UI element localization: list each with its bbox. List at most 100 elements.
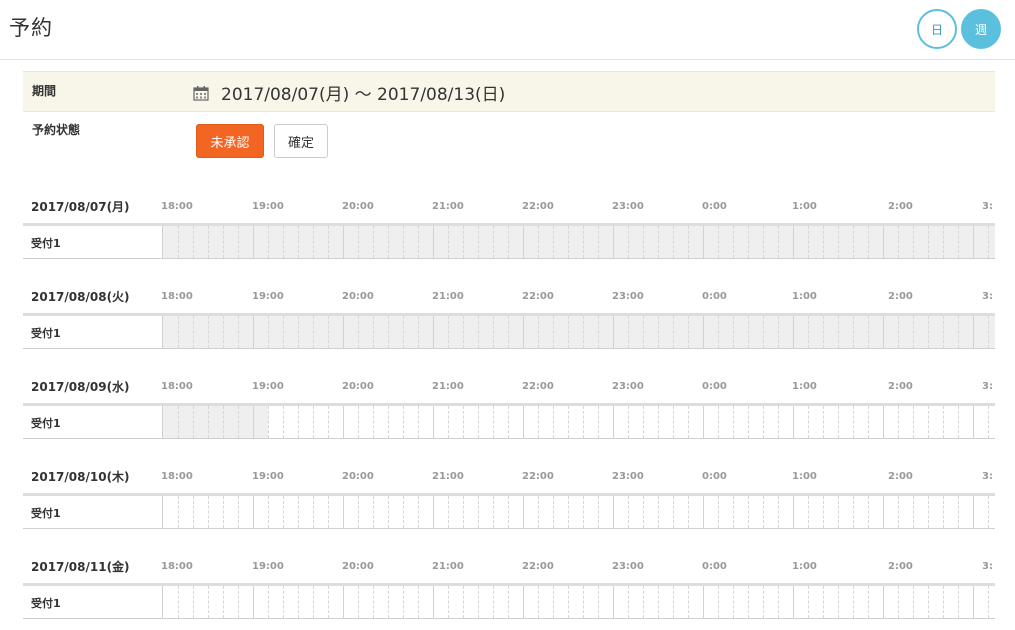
- slot-gridline: [913, 316, 914, 348]
- slot-gridline: [178, 586, 179, 618]
- slot-gridline: [268, 226, 269, 258]
- hour-label: 23:00: [612, 471, 644, 482]
- timeslot-area[interactable]: [163, 496, 995, 528]
- slot-gridline: [898, 496, 899, 528]
- slot-gridline: [388, 496, 389, 528]
- slot-gridline: [388, 226, 389, 258]
- timeslot-area[interactable]: [163, 586, 995, 618]
- slot-gridline: [358, 586, 359, 618]
- slot-gridline: [508, 316, 509, 348]
- timeslot-area[interactable]: [163, 406, 995, 438]
- hour-label: 18:00: [161, 381, 193, 392]
- page-title: 予約: [9, 16, 53, 40]
- hour-gridline: [703, 226, 704, 258]
- hour-label: 1:00: [792, 381, 817, 392]
- slot-gridline: [178, 406, 179, 438]
- timeslot-area[interactable]: [163, 226, 995, 258]
- hour-label: 0:00: [702, 561, 727, 572]
- slot-gridline: [748, 586, 749, 618]
- slot-gridline: [208, 406, 209, 438]
- unavailable-block: [163, 226, 995, 258]
- slot-gridline: [478, 226, 479, 258]
- slot-gridline: [778, 406, 779, 438]
- status-filter-row: 予約状態 未承認 確定: [23, 112, 995, 172]
- hour-label: 22:00: [522, 201, 554, 212]
- hour-label: 23:00: [612, 561, 644, 572]
- confirmed-status-button[interactable]: 確定: [274, 124, 328, 158]
- hour-gridline: [703, 586, 704, 618]
- hour-gridline: [703, 406, 704, 438]
- slot-gridline: [223, 406, 224, 438]
- day-block: 2017/08/11(金) 18:00 19:00 20:00 21:00 22:00 23…: [23, 548, 995, 619]
- slot-gridline: [193, 586, 194, 618]
- slot-gridline: [853, 406, 854, 438]
- hour-gridline: [613, 316, 614, 348]
- slot-gridline: [223, 496, 224, 528]
- slot-gridline: [823, 586, 824, 618]
- resource-row: 受付1: [23, 223, 995, 259]
- week-view-button[interactable]: 週: [961, 9, 1001, 49]
- day-date-label: 2017/08/07(月): [31, 200, 130, 214]
- day-view-button[interactable]: 日: [917, 9, 957, 49]
- hour-label: 3:: [982, 381, 993, 392]
- resource-row: 受付1: [23, 583, 995, 619]
- slot-gridline: [538, 226, 539, 258]
- slot-gridline: [658, 316, 659, 348]
- period-filter-row: 期間 2017/08/07(月) 〜 2017/08/13(日): [23, 71, 995, 112]
- slot-gridline: [718, 496, 719, 528]
- slot-gridline: [733, 586, 734, 618]
- slot-gridline: [673, 406, 674, 438]
- slot-gridline: [808, 586, 809, 618]
- slot-gridline: [448, 406, 449, 438]
- period-selector[interactable]: 2017/08/07(月) 〜 2017/08/13(日): [193, 80, 505, 105]
- slot-gridline: [823, 226, 824, 258]
- timeslot-area[interactable]: [163, 316, 995, 348]
- hour-label: 1:00: [792, 201, 817, 212]
- slot-gridline: [943, 586, 944, 618]
- slot-gridline: [988, 406, 989, 438]
- slot-gridline: [808, 496, 809, 528]
- hour-label: 0:00: [702, 381, 727, 392]
- slot-gridline: [718, 406, 719, 438]
- hour-gridline: [703, 316, 704, 348]
- slot-gridline: [508, 226, 509, 258]
- hour-gridline: [253, 406, 254, 438]
- pending-status-button[interactable]: 未承認: [196, 124, 264, 158]
- hour-gridline: [883, 406, 884, 438]
- hour-gridline: [793, 226, 794, 258]
- slot-gridline: [658, 406, 659, 438]
- slot-gridline: [403, 406, 404, 438]
- slot-gridline: [628, 406, 629, 438]
- slot-gridline: [688, 316, 689, 348]
- slot-gridline: [628, 496, 629, 528]
- hour-label: 21:00: [432, 471, 464, 482]
- hour-label: 19:00: [252, 381, 284, 392]
- slot-gridline: [988, 316, 989, 348]
- slot-gridline: [643, 316, 644, 348]
- slot-gridline: [373, 406, 374, 438]
- resource-label: 受付1: [23, 586, 163, 618]
- slot-gridline: [328, 316, 329, 348]
- slot-gridline: [733, 406, 734, 438]
- slot-gridline: [823, 316, 824, 348]
- slot-gridline: [598, 226, 599, 258]
- slot-gridline: [493, 226, 494, 258]
- slot-gridline: [313, 496, 314, 528]
- hour-gridline: [523, 406, 524, 438]
- hour-label: 21:00: [432, 201, 464, 212]
- hour-label: 20:00: [342, 381, 374, 392]
- slot-gridline: [283, 496, 284, 528]
- slot-gridline: [898, 586, 899, 618]
- slot-gridline: [913, 586, 914, 618]
- hour-gridline: [343, 586, 344, 618]
- hour-gridline: [793, 406, 794, 438]
- slot-gridline: [778, 586, 779, 618]
- slot-gridline: [943, 496, 944, 528]
- slot-gridline: [268, 406, 269, 438]
- hour-label: 1:00: [792, 561, 817, 572]
- slot-gridline: [268, 316, 269, 348]
- slot-gridline: [403, 496, 404, 528]
- hour-gridline: [253, 226, 254, 258]
- hour-gridline: [973, 496, 974, 528]
- slot-gridline: [478, 496, 479, 528]
